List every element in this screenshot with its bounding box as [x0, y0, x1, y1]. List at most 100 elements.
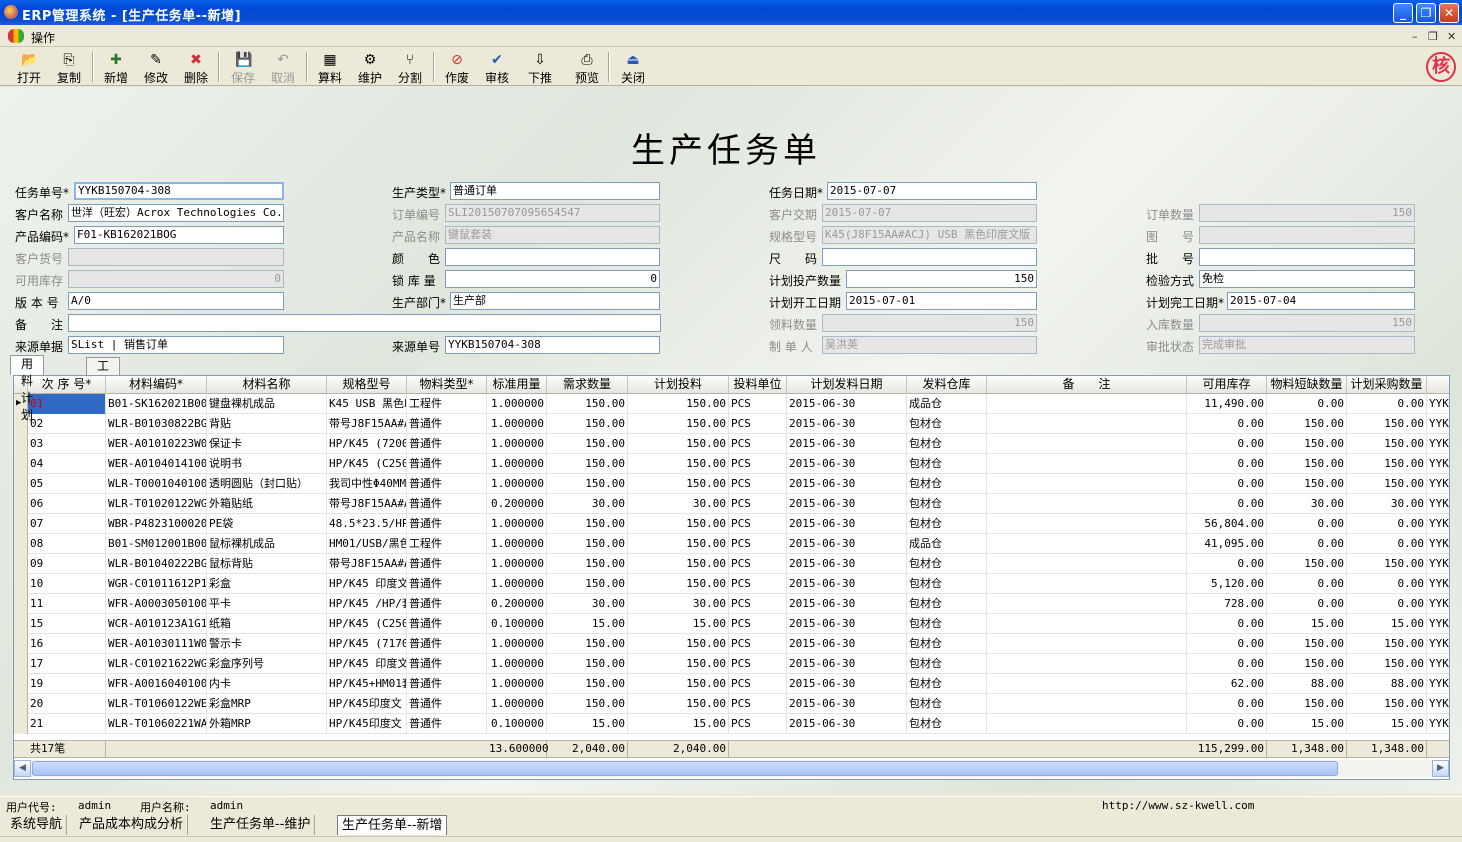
table-cell[interactable]: 150.00: [1347, 634, 1427, 654]
table-cell[interactable]: 15.00: [1347, 714, 1427, 734]
scroll-left-icon[interactable]: ◀: [14, 760, 31, 777]
column-header[interactable]: 计划采购数量: [1347, 376, 1427, 394]
table-cell[interactable]: 2015-06-30: [787, 654, 907, 674]
table-cell[interactable]: 包材仓: [907, 594, 987, 614]
table-cell[interactable]: WFR-A0016040100: [106, 674, 207, 694]
table-cell[interactable]: 1.000000: [487, 694, 547, 714]
dept-field[interactable]: 生产部: [450, 292, 660, 310]
table-cell[interactable]: 150.00: [1267, 634, 1347, 654]
toolbar-open-button[interactable]: 📂 打开: [10, 50, 48, 85]
table-cell[interactable]: 0.00: [1187, 434, 1267, 454]
table-cell[interactable]: 我司中性Φ40MM: [327, 474, 407, 494]
table-cell[interactable]: 普通件: [407, 714, 487, 734]
table-cell[interactable]: 普通件: [407, 554, 487, 574]
table-cell[interactable]: PCS: [729, 454, 787, 474]
table-cell[interactable]: PCS: [729, 494, 787, 514]
column-header[interactable]: 可用库存: [1187, 376, 1267, 394]
table-cell[interactable]: 0.00: [1187, 454, 1267, 474]
column-header[interactable]: 物料短缺数量: [1267, 376, 1347, 394]
table-cell[interactable]: 包材仓: [907, 554, 987, 574]
table-cell[interactable]: PCS: [729, 434, 787, 454]
table-cell[interactable]: HP/K45+HM01套: [327, 674, 407, 694]
table-cell[interactable]: HP/K45印度文: [327, 714, 407, 734]
table-cell[interactable]: PCS: [729, 594, 787, 614]
table-cell[interactable]: 2015-06-30: [787, 474, 907, 494]
close-button[interactable]: ✕: [1439, 3, 1459, 23]
table-cell[interactable]: 内卡: [207, 674, 327, 694]
table-cell[interactable]: YYK: [1427, 434, 1449, 454]
table-cell[interactable]: YYK: [1427, 394, 1449, 414]
table-cell[interactable]: 2015-06-30: [787, 434, 907, 454]
table-cell[interactable]: WLR-T01060122WE: [106, 694, 207, 714]
table-cell[interactable]: 0.00: [1267, 514, 1347, 534]
table-cell[interactable]: 728.00: [1187, 594, 1267, 614]
table-cell[interactable]: 5,120.00: [1187, 574, 1267, 594]
table-cell[interactable]: HP/K45 (71706: [327, 634, 407, 654]
table-cell[interactable]: 普通件: [407, 454, 487, 474]
table-cell[interactable]: PCS: [729, 694, 787, 714]
table-cell[interactable]: 30.00: [628, 494, 729, 514]
table-cell[interactable]: PCS: [729, 574, 787, 594]
table-cell[interactable]: 150.00: [628, 694, 729, 714]
table-cell[interactable]: 15: [28, 614, 106, 634]
table-cell[interactable]: 150.00: [628, 574, 729, 594]
table-cell[interactable]: 包材仓: [907, 674, 987, 694]
table-cell[interactable]: 0.00: [1187, 654, 1267, 674]
table-cell[interactable]: 普通件: [407, 654, 487, 674]
table-cell[interactable]: WLR-B01030822BG: [106, 414, 207, 434]
column-header[interactable]: 材料名称: [207, 376, 327, 394]
table-cell[interactable]: [987, 454, 1187, 474]
table-cell[interactable]: 普通件: [407, 694, 487, 714]
table-cell[interactable]: 背贴: [207, 414, 327, 434]
table-cell[interactable]: 2015-06-30: [787, 394, 907, 414]
table-cell[interactable]: 150.00: [1267, 434, 1347, 454]
table-cell[interactable]: 1.000000: [487, 414, 547, 434]
table-cell[interactable]: WGR-C01011612P1: [106, 574, 207, 594]
horizontal-scrollbar[interactable]: ◀ ▶: [14, 760, 1449, 777]
table-cell[interactable]: 普通件: [407, 494, 487, 514]
table-cell[interactable]: [987, 514, 1187, 534]
table-cell[interactable]: 0.00: [1187, 714, 1267, 734]
table-cell[interactable]: PE袋: [207, 514, 327, 534]
table-cell[interactable]: 2015-06-30: [787, 714, 907, 734]
table-cell[interactable]: 150.00: [547, 654, 628, 674]
table-cell[interactable]: 成品仓: [907, 394, 987, 414]
table-cell[interactable]: 保证卡: [207, 434, 327, 454]
toolbar-delete-button[interactable]: ✖ 删除: [177, 50, 215, 85]
table-cell[interactable]: 15.00: [1347, 614, 1427, 634]
mdi-minimize-icon[interactable]: –: [1412, 30, 1418, 43]
table-cell[interactable]: YYK: [1427, 514, 1449, 534]
table-cell[interactable]: 30.00: [628, 594, 729, 614]
table-cell[interactable]: 彩盒MRP: [207, 694, 327, 714]
table-cell[interactable]: 外箱MRP: [207, 714, 327, 734]
table-cell[interactable]: 0.00: [1347, 594, 1427, 614]
table-cell[interactable]: 150.00: [1267, 654, 1347, 674]
table-cell[interactable]: 150.00: [1267, 554, 1347, 574]
table-cell[interactable]: 0.00: [1187, 554, 1267, 574]
table-cell[interactable]: 150.00: [628, 554, 729, 574]
table-cell[interactable]: 02: [28, 414, 106, 434]
table-cell[interactable]: PCS: [729, 394, 787, 414]
window-tab[interactable]: 生产任务单--新增: [337, 815, 448, 835]
toolbar-undo-button[interactable]: ↶ 取消: [264, 50, 302, 85]
table-cell[interactable]: 1.000000: [487, 674, 547, 694]
table-cell[interactable]: 2015-06-30: [787, 694, 907, 714]
table-cell[interactable]: 150.00: [628, 394, 729, 414]
table-cell[interactable]: 普通件: [407, 434, 487, 454]
table-cell[interactable]: 08: [28, 534, 106, 554]
scroll-thumb[interactable]: [32, 761, 1338, 776]
column-header[interactable]: 计划发料日期: [787, 376, 907, 394]
table-cell[interactable]: 150.00: [547, 674, 628, 694]
table-cell[interactable]: 0.00: [1267, 394, 1347, 414]
table-cell[interactable]: [987, 654, 1187, 674]
window-tab[interactable]: 产品成本构成分析: [75, 815, 189, 835]
table-cell[interactable]: HP/K45 印度文: [327, 654, 407, 674]
table-cell[interactable]: 0.00: [1187, 694, 1267, 714]
toolbar-exit-button[interactable]: ⏏ 关闭: [614, 50, 652, 85]
table-cell[interactable]: PCS: [729, 534, 787, 554]
menu-item-operation[interactable]: 操作: [31, 29, 55, 46]
task-no-field[interactable]: YYKB150704-308: [74, 182, 284, 200]
table-cell[interactable]: 48.5*23.5/HP: [327, 514, 407, 534]
table-cell[interactable]: 1.000000: [487, 454, 547, 474]
table-cell[interactable]: 15.00: [547, 614, 628, 634]
